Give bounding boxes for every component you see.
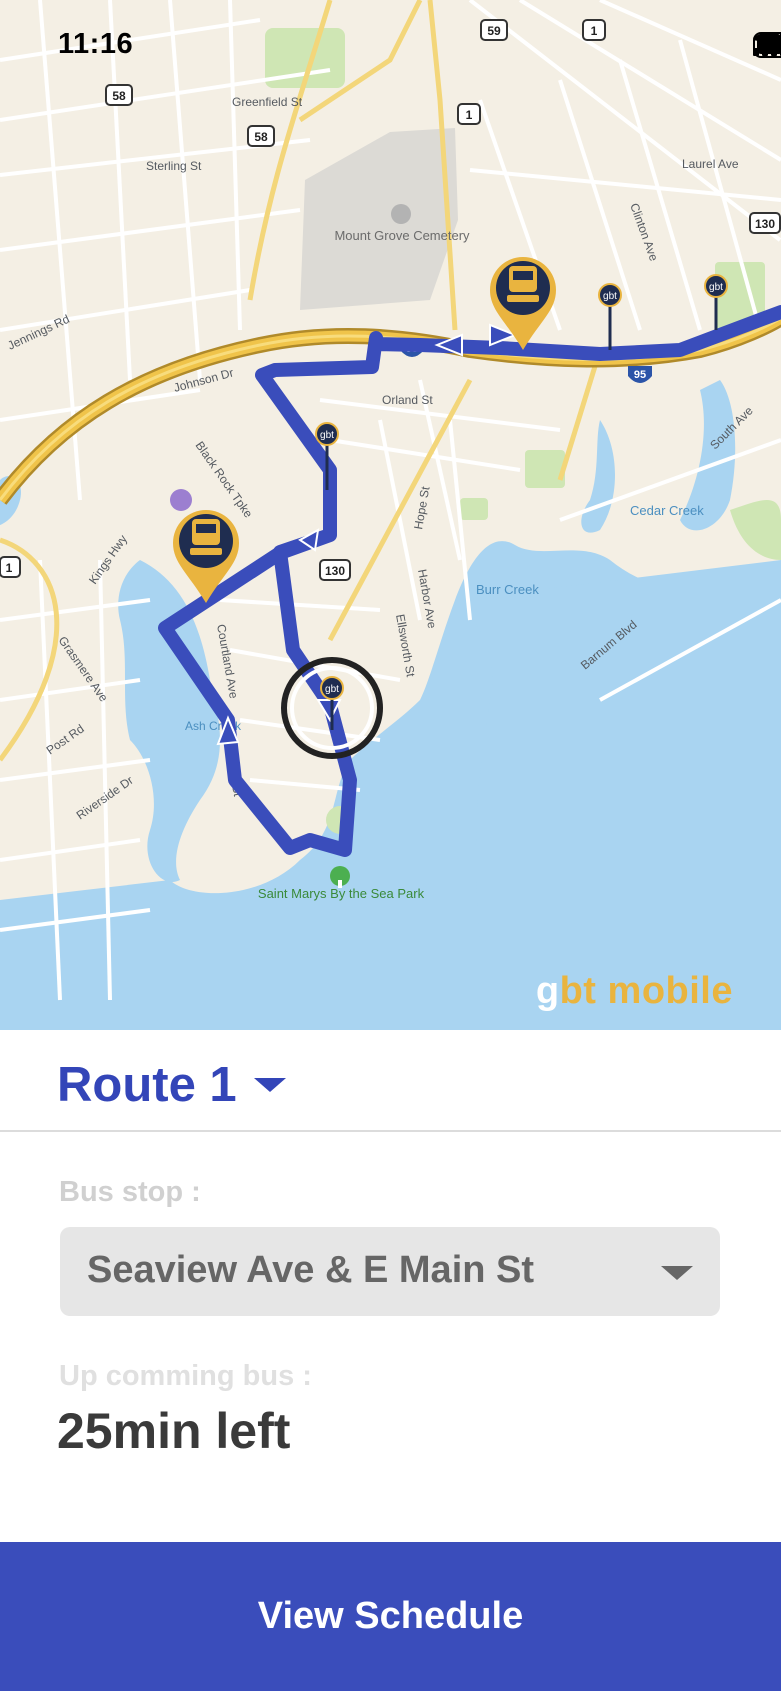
- cedar-creek-label: Cedar Creek: [630, 503, 704, 518]
- street-label-sterling: Sterling St: [146, 159, 202, 173]
- shield-icon: 1: [457, 103, 481, 125]
- bus-icon: [507, 266, 539, 302]
- brand-logo-mobile: mobile: [596, 970, 733, 1012]
- chevron-down-icon[interactable]: [661, 1266, 693, 1280]
- shield-icon: 130: [319, 559, 351, 581]
- route-selector[interactable]: Route 1: [0, 1030, 781, 1132]
- status-time: 11:16: [58, 28, 134, 60]
- svg-text:gbt: gbt: [709, 282, 723, 293]
- shield-icon: 130: [749, 212, 781, 234]
- svg-text:gbt: gbt: [325, 684, 339, 695]
- bus-stop-label: Bus stop :: [59, 1176, 201, 1208]
- street-label-orland: Orland St: [382, 393, 433, 407]
- park-label: Saint Marys By the Sea Park: [258, 886, 425, 901]
- chevron-down-icon[interactable]: [254, 1078, 286, 1092]
- status-bar: 11:16: [0, 0, 781, 96]
- cemetery-icon: [391, 204, 411, 224]
- view-schedule-button[interactable]: View Schedule: [0, 1542, 781, 1691]
- street-label-greenfield: Greenfield St: [232, 95, 303, 109]
- map-canvas[interactable]: Mount Grove Cemetery Saint Marys By the …: [0, 0, 781, 1030]
- battery-icon: [753, 32, 781, 58]
- shield-icon: 1: [0, 556, 21, 578]
- shield-icon: 58: [247, 125, 275, 147]
- street-label-laurel: Laurel Ave: [682, 157, 739, 171]
- bus-stop-select[interactable]: Seaview Ave & E Main St: [60, 1227, 720, 1316]
- cemetery-label: Mount Grove Cemetery: [334, 228, 470, 243]
- brand-logo-bt: bt: [559, 970, 597, 1012]
- route-title: Route 1: [57, 1058, 237, 1112]
- bus-stop-value: Seaview Ave & E Main St: [87, 1249, 535, 1291]
- svg-text:130: 130: [755, 217, 775, 231]
- brand-logo-g: g: [535, 970, 560, 1012]
- svg-text:58: 58: [254, 130, 268, 144]
- svg-text:130: 130: [325, 564, 345, 578]
- svg-text:gbt: gbt: [320, 430, 334, 441]
- svg-text:95: 95: [634, 369, 646, 381]
- burr-creek-label: Burr Creek: [476, 582, 539, 597]
- brand-logo: gbt mobile: [536, 970, 733, 1013]
- svg-text:1: 1: [466, 108, 473, 122]
- svg-text:1: 1: [6, 561, 13, 575]
- upcoming-bus-time: 25min left: [57, 1403, 291, 1459]
- upcoming-bus-label: Up comming bus :: [59, 1360, 312, 1392]
- train-station-icon: [170, 489, 192, 511]
- route-map[interactable]: Mount Grove Cemetery Saint Marys By the …: [0, 0, 781, 1030]
- svg-text:gbt: gbt: [603, 291, 617, 302]
- bus-icon: [190, 519, 222, 555]
